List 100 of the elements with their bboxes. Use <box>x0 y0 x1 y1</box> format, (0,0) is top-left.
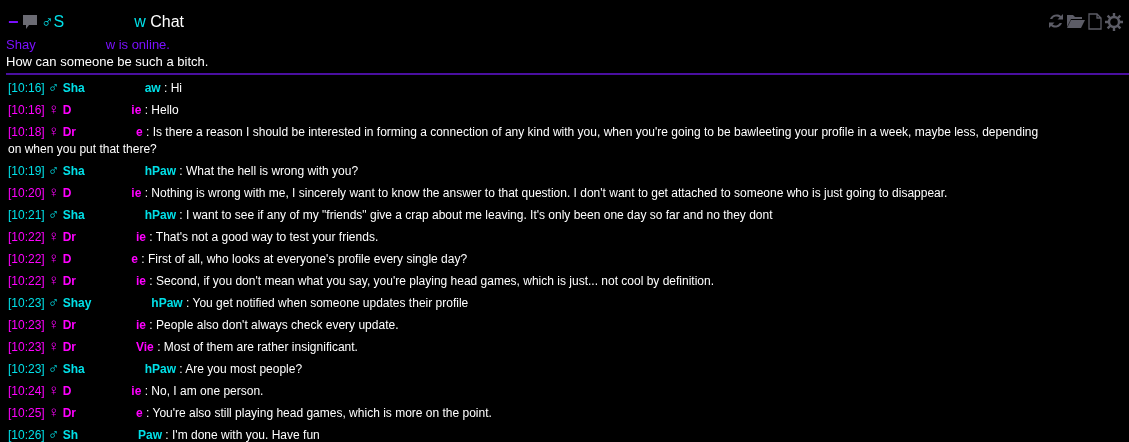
sender-name: Paw <box>138 428 162 442</box>
sender-name: Dr <box>62 125 76 140</box>
separator: : <box>164 81 168 96</box>
timestamp: [10:23] <box>8 318 45 333</box>
male-icon: ♂ <box>48 425 60 442</box>
message-text: I'm done with you. Have fun <box>172 428 320 442</box>
sender-name: hPaw <box>144 208 176 223</box>
separator: : <box>144 186 148 201</box>
male-icon: ♂ <box>48 161 60 179</box>
female-icon: ♀ <box>48 249 60 267</box>
message-text: Hi <box>170 81 183 96</box>
male-icon: ♂ <box>48 78 60 96</box>
timestamp: [10:23] <box>8 362 45 377</box>
timestamp: [10:26] <box>8 428 45 442</box>
timestamp: [10:22] <box>8 274 45 289</box>
message-text: Hello <box>151 103 179 118</box>
female-icon: ♀ <box>48 337 60 355</box>
sender-name: Dr <box>62 340 76 355</box>
separator: : <box>179 208 183 223</box>
name-fragment: S <box>53 13 65 30</box>
sender-name: D <box>62 103 72 118</box>
timestamp: [10:16] <box>8 103 45 118</box>
timestamp: [10:21] <box>8 208 45 223</box>
male-icon: ♂ <box>48 205 60 223</box>
male-icon: ♂ <box>40 12 54 31</box>
timestamp: [10:19] <box>8 164 45 179</box>
sender-name: D <box>62 252 72 267</box>
message-text: What the hell is wrong with you? <box>186 164 359 179</box>
female-icon: ♀ <box>48 227 60 245</box>
message-text: Nothing is wrong with me, I sincerely want to know the answer to that question. I don't want to get attached to someone who is just going to disappear. <box>151 186 948 201</box>
sender-name: Sh <box>62 428 78 442</box>
status-message: How can someone be such a bitch. <box>6 54 209 69</box>
male-icon: ♂ <box>48 359 60 377</box>
timestamp: [10:25] <box>8 406 45 421</box>
document-icon[interactable] <box>1087 13 1102 30</box>
sender-name: D <box>62 186 72 201</box>
timestamp: [10:23] <box>8 340 45 355</box>
separator: : <box>149 318 153 333</box>
separator: : <box>149 274 153 289</box>
message-text: People also don't always check every update. <box>156 318 399 333</box>
separator: : <box>141 252 145 267</box>
timestamp: [10:24] <box>8 384 45 399</box>
message-text: Second, if you don't mean what you say, you're playing head games, which is just... not cool by definition. <box>156 274 715 289</box>
female-icon: ♀ <box>48 122 60 140</box>
sender-name: ie <box>131 186 142 201</box>
message-text: You get notified when someone updates their profile <box>192 296 469 311</box>
separator: : <box>165 428 169 442</box>
female-icon: ♀ <box>48 403 60 421</box>
sender-name: ie <box>136 230 146 245</box>
sender-name: hPaw <box>144 164 176 179</box>
separator: : <box>144 103 148 118</box>
sender-name: hPaw <box>144 362 176 377</box>
sender-name: Sha <box>62 164 85 179</box>
refresh-icon[interactable] <box>1047 13 1064 29</box>
settings-icon[interactable] <box>1105 13 1123 31</box>
female-icon: ♀ <box>48 100 60 118</box>
sender-name: ie <box>136 274 146 289</box>
minimize-button[interactable]: − <box>8 8 19 36</box>
separator: : <box>144 384 148 399</box>
message-text: No, I am one person. <box>151 384 264 399</box>
timestamp: [10:20] <box>8 186 45 201</box>
timestamp: [10:18] <box>8 125 45 140</box>
timestamp: [10:22] <box>8 252 45 267</box>
sender-name: Dr <box>62 230 76 245</box>
sender-name: D <box>62 384 72 399</box>
sender-name: Dr <box>62 274 76 289</box>
separator: : <box>179 164 183 179</box>
female-icon: ♀ <box>48 315 60 333</box>
sender-name: aw <box>144 81 161 96</box>
timestamp: [10:16] <box>8 81 45 96</box>
message-text: That's not a good way to test your friends. <box>155 230 379 245</box>
male-icon: ♂ <box>48 293 60 311</box>
message-text: on when you put that there? <box>8 142 157 157</box>
message-text: Are you most people? <box>185 362 303 377</box>
sender-name: Dr <box>62 318 76 333</box>
sender-name: ie <box>131 103 142 118</box>
sender-name: Sha <box>62 81 85 96</box>
message-text: Is there a reason I should be interested in forming a connection of any kind with you, when you're going to be bawleeting your profile in a week, maybe less, depending <box>152 125 1039 140</box>
online-status: w is online. <box>105 37 170 52</box>
female-icon: ♀ <box>48 183 60 201</box>
sender-name: Sha <box>62 362 85 377</box>
folder-icon[interactable] <box>1066 13 1085 29</box>
message-text: You're also still playing head games, which is more on the point. <box>152 406 492 421</box>
female-icon: ♀ <box>48 271 60 289</box>
sender-name: e <box>136 125 143 140</box>
window-title: Chat <box>150 13 184 30</box>
separator: : <box>157 340 161 355</box>
sender-name: ie <box>136 318 146 333</box>
sender-name: Vie <box>136 340 154 355</box>
separator: : <box>186 296 190 311</box>
sender-name: Dr <box>62 406 76 421</box>
timestamp: [10:23] <box>8 296 45 311</box>
message-text: First of all, who looks at everyone's profile every single day? <box>148 252 468 267</box>
timestamp: [10:22] <box>8 230 45 245</box>
chat-bubble-icon[interactable] <box>21 14 38 30</box>
separator: : <box>146 125 150 140</box>
separator: : <box>146 406 150 421</box>
message-text: Most of them are rather insignificant. <box>163 340 358 355</box>
sender-name: Sha <box>62 208 85 223</box>
message-text: I want to see if any of my "friends" give a crap about me leaving. It's only been one day so far and no they dont <box>186 208 773 223</box>
